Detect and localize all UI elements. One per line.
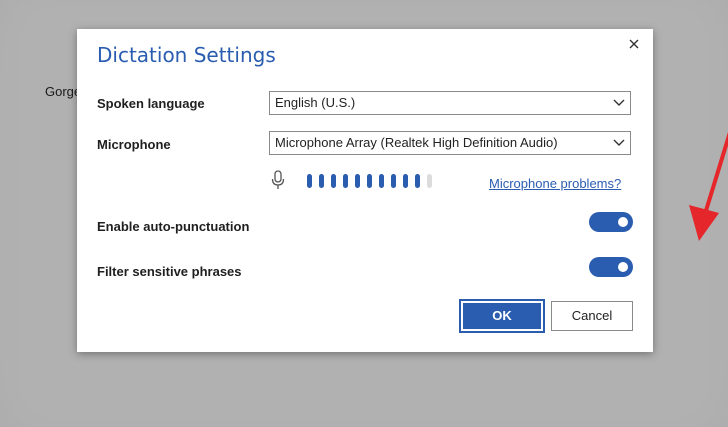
close-button[interactable] — [625, 35, 643, 53]
spoken-language-value: English (U.S.) — [275, 95, 356, 110]
level-bar — [415, 174, 420, 188]
red-arrow-annotation — [689, 131, 728, 241]
chevron-down-icon — [613, 139, 625, 146]
level-bar — [331, 174, 336, 188]
level-bar — [379, 174, 384, 188]
spoken-language-select[interactable]: English (U.S.) — [269, 91, 631, 115]
background-document-text: Gorge — [45, 84, 82, 99]
cancel-button[interactable]: Cancel — [551, 301, 633, 331]
chevron-down-icon — [613, 99, 625, 106]
level-bar — [403, 174, 408, 188]
filter-sensitive-label: Filter sensitive phrases — [97, 264, 242, 279]
level-bar — [367, 174, 372, 188]
microphone-problems-link[interactable]: Microphone problems? — [489, 176, 621, 191]
level-bar — [355, 174, 360, 188]
level-bar — [391, 174, 396, 188]
microphone-icon — [271, 170, 285, 189]
spoken-language-label: Spoken language — [97, 96, 205, 111]
dictation-settings-dialog: Dictation Settings Spoken language Engli… — [77, 29, 728, 352]
microphone-label: Microphone — [97, 137, 171, 152]
toggle-knob — [618, 217, 628, 227]
auto-punctuation-label: Enable auto-punctuation — [97, 219, 250, 234]
auto-punctuation-toggle[interactable] — [589, 212, 633, 232]
level-bar — [343, 174, 348, 188]
microphone-select[interactable]: Microphone Array (Realtek High Definitio… — [269, 131, 631, 155]
dialog-title: Dictation Settings — [97, 43, 276, 67]
level-bar — [319, 174, 324, 188]
close-icon — [629, 39, 639, 49]
microphone-value: Microphone Array (Realtek High Definitio… — [275, 135, 558, 150]
ok-button[interactable]: OK — [459, 299, 545, 333]
level-bar — [307, 174, 312, 188]
toggle-knob — [618, 262, 628, 272]
filter-sensitive-toggle[interactable] — [589, 257, 633, 277]
level-bar — [427, 174, 432, 188]
